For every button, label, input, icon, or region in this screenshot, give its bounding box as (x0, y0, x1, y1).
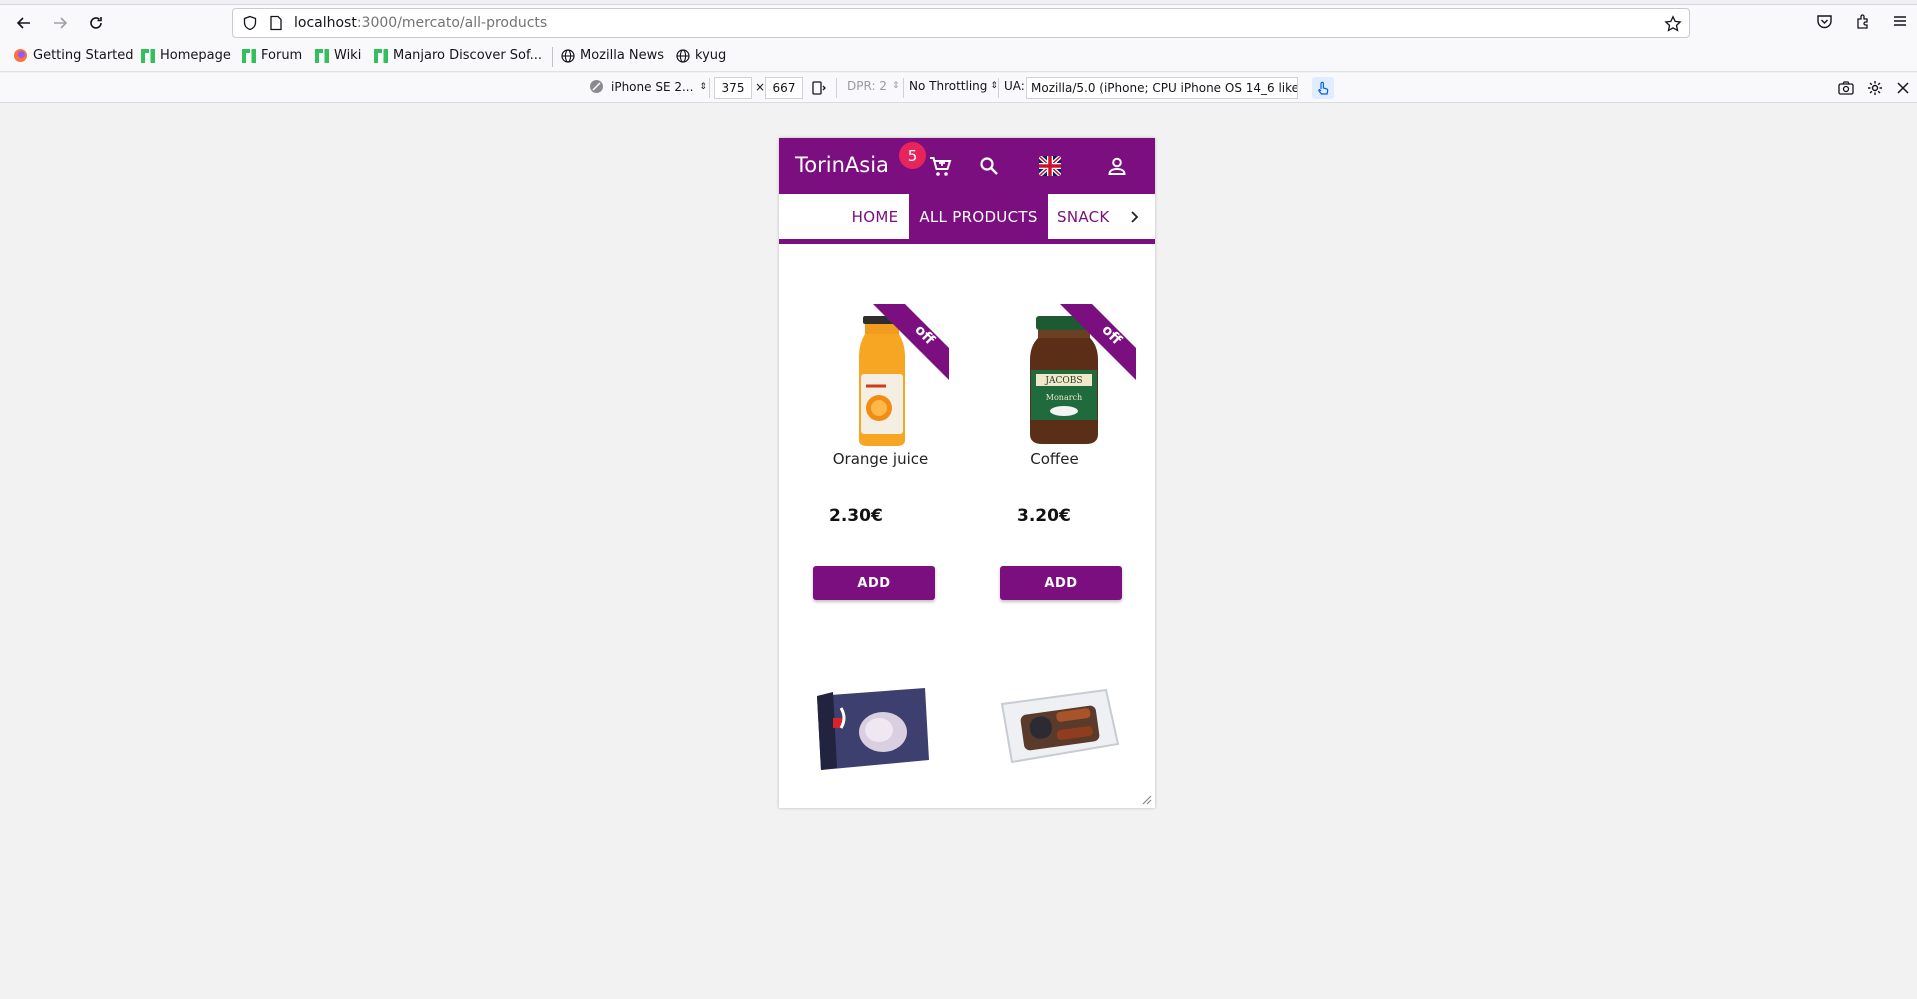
bookmark-label: Wiki (334, 48, 362, 63)
menu-icon[interactable] (1892, 13, 1908, 29)
bookmark-label: Forum (261, 48, 303, 63)
bookmark-label: Mozilla News (580, 48, 665, 63)
url-bar[interactable]: localhost:3000/mercato/all-products (232, 8, 1690, 38)
viewport-width-input[interactable]: 375 (714, 77, 752, 99)
brand-logo[interactable]: TorinAsia (795, 153, 889, 177)
bookmark-separator (552, 47, 553, 67)
discount-ribbon (873, 304, 949, 380)
reload-button[interactable] (84, 11, 108, 35)
bookmark-label: Manjaro Discover Sof... (393, 48, 543, 63)
bookmark-getting-started[interactable]: Getting Started (13, 48, 134, 63)
product-price: 2.30€ (829, 506, 883, 526)
device-viewport: TorinAsia 5 HOME ALL PRODUCTS SNACK off … (779, 138, 1155, 808)
dimension-times: × (755, 80, 766, 94)
mochi-box-image[interactable] (813, 678, 933, 778)
cart-count-badge: 5 (899, 142, 926, 169)
rotate-icon[interactable] (811, 80, 827, 96)
user-agent-input[interactable]: Mozilla/5.0 (iPhone; CPU iPhone OS 14_6 … (1026, 77, 1298, 99)
app-header: TorinAsia 5 (779, 138, 1155, 194)
bookmark-label: Getting Started (33, 48, 134, 63)
category-tabs: HOME ALL PRODUCTS SNACK (779, 194, 1155, 244)
user-account-icon[interactable] (1107, 156, 1127, 176)
touch-icon (1318, 81, 1329, 95)
throttling-selector[interactable]: No Throttling ⇕ (909, 79, 998, 93)
page-icon[interactable] (269, 15, 283, 31)
discount-ribbon (1060, 304, 1136, 380)
search-icon[interactable] (979, 156, 999, 176)
bookmark-wiki[interactable]: Wiki (315, 48, 361, 63)
device-name: iPhone SE 2... (611, 79, 694, 94)
browser-toolbar: localhost:3000/mercato/all-products (0, 5, 1917, 39)
dpr-label: DPR: 2 (847, 79, 887, 93)
dpr-chevron-icon: ⇕ (891, 81, 900, 91)
add-to-cart-button[interactable]: ADD (813, 566, 935, 600)
dpr-selector[interactable]: DPR: 2 ⇕ (847, 79, 899, 93)
ua-label: UA: (1004, 79, 1025, 93)
tab-home[interactable]: HOME (832, 194, 918, 239)
device-selector[interactable]: iPhone SE 2... ⇕ (589, 79, 707, 94)
close-icon[interactable] (1897, 82, 1909, 94)
tab-all-products[interactable]: ALL PRODUCTS (909, 194, 1048, 239)
firefox-icon (14, 49, 27, 62)
extensions-icon[interactable] (1855, 13, 1872, 30)
manjaro-icon (242, 48, 256, 63)
add-to-cart-button[interactable]: ADD (1000, 566, 1122, 600)
responsive-design-toolbar: iPhone SE 2... ⇕ 375 × 667 DPR: 2 ⇕ No T… (0, 73, 1917, 103)
shield-icon[interactable] (242, 15, 258, 31)
separator (998, 78, 999, 98)
viewport-height-input[interactable]: 667 (765, 77, 803, 99)
reload-icon (90, 17, 102, 29)
tab-snack[interactable]: SNACK (1048, 194, 1118, 239)
forward-arrow-icon (54, 17, 68, 29)
snack-tray-image[interactable] (996, 678, 1122, 778)
bookmark-kyug[interactable]: kyug (676, 48, 726, 63)
bookmark-manjaro-discover[interactable]: Manjaro Discover Sof... (374, 48, 542, 63)
bookmark-star-icon[interactable] (1664, 15, 1682, 33)
separator (709, 78, 710, 98)
separator (903, 78, 904, 98)
globe-icon (561, 48, 575, 63)
url-path: :3000/mercato/all-products (356, 15, 548, 31)
throttling-label: No Throttling (909, 79, 988, 93)
pocket-icon[interactable] (1816, 13, 1833, 30)
chevron-right-icon[interactable] (1129, 210, 1141, 224)
bookmark-label: Homepage (160, 48, 231, 63)
device-chevron-icon: ⇕ (699, 81, 707, 92)
globe-icon (676, 48, 690, 63)
touch-simulation-button[interactable] (1312, 77, 1334, 99)
device-icon (590, 80, 603, 93)
manjaro-icon (315, 48, 329, 63)
product-name[interactable]: Coffee (961, 450, 1148, 468)
bookmark-forum[interactable]: Forum (242, 48, 302, 63)
throttling-chevron-icon: ⇕ (990, 81, 998, 91)
separator (836, 78, 837, 98)
back-button[interactable] (12, 11, 36, 35)
resize-handle-icon[interactable] (1140, 793, 1152, 805)
bookmarks-toolbar: Getting Started Homepage Forum Wiki Manj… (0, 39, 1917, 72)
url-text[interactable]: localhost:3000/mercato/all-products (294, 15, 547, 31)
manjaro-icon (374, 48, 388, 63)
settings-gear-icon[interactable] (1867, 80, 1883, 96)
product-name[interactable]: Orange juice (787, 450, 974, 468)
cart-icon[interactable] (929, 156, 953, 178)
screenshot-icon[interactable] (1838, 81, 1854, 95)
bookmark-label: kyug (695, 48, 727, 63)
bookmark-mozilla-news[interactable]: Mozilla News (561, 48, 664, 63)
svg-text:Monarch: Monarch (1046, 393, 1082, 402)
forward-button[interactable] (48, 11, 72, 35)
manjaro-icon (141, 48, 155, 63)
uk-flag-icon[interactable] (1039, 156, 1061, 176)
product-price: 3.20€ (1017, 506, 1071, 526)
back-arrow-icon (16, 17, 30, 29)
bookmark-homepage[interactable]: Homepage (141, 48, 231, 63)
url-host: localhost (294, 15, 357, 31)
